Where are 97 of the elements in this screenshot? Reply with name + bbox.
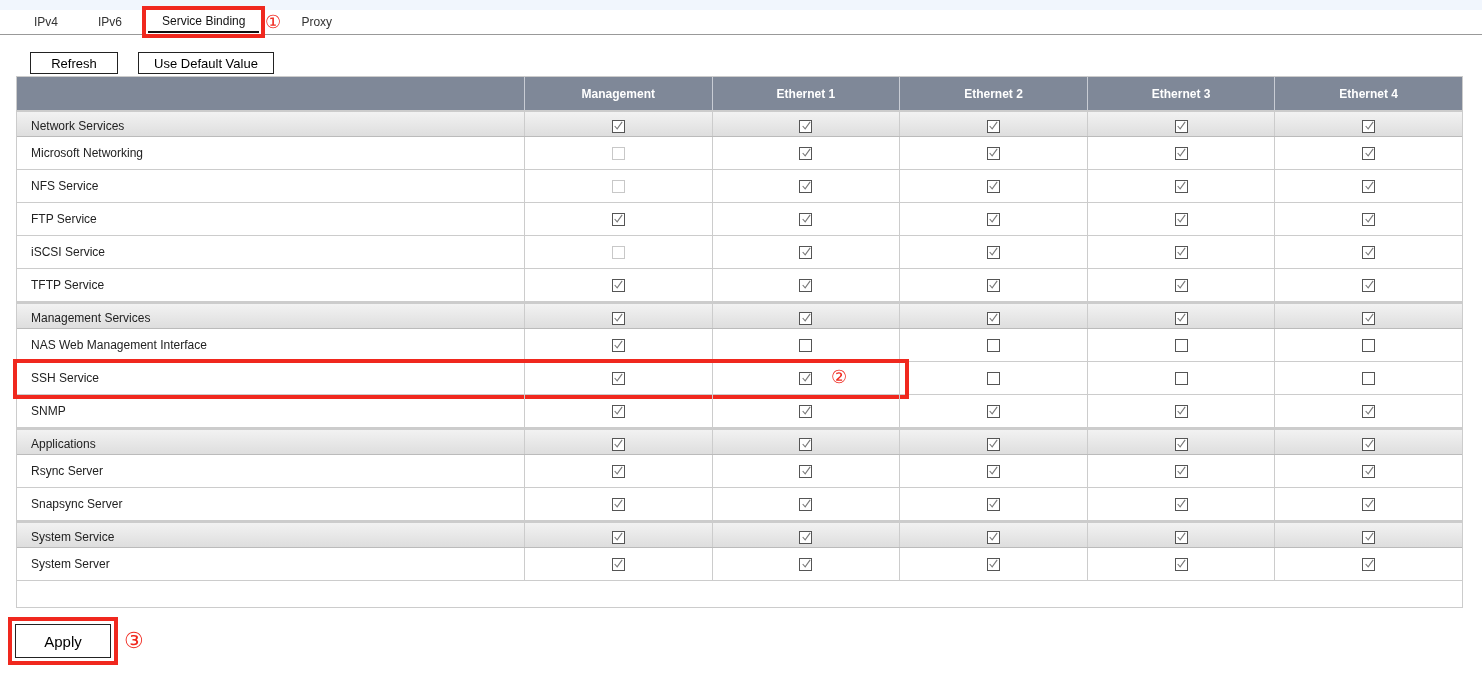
checkbox[interactable]	[1362, 212, 1376, 226]
checkbox[interactable]	[799, 119, 813, 133]
service-label: NFS Service	[31, 179, 99, 193]
checkbox[interactable]	[611, 530, 625, 544]
checkbox[interactable]	[611, 404, 625, 418]
checkbox[interactable]	[799, 437, 813, 451]
callout-number: ③	[124, 630, 144, 652]
service-label: SNMP	[31, 404, 66, 418]
checkbox[interactable]	[987, 530, 1000, 544]
checkbox[interactable]	[1174, 212, 1188, 226]
checkbox[interactable]	[1362, 119, 1376, 133]
checkbox[interactable]	[799, 497, 813, 511]
service-label: System Server	[31, 557, 110, 571]
checkbox[interactable]	[1174, 119, 1188, 133]
checkbox[interactable]	[1362, 464, 1376, 478]
checkbox[interactable]	[987, 338, 1000, 352]
service-label: iSCSI Service	[31, 245, 106, 259]
group-label: Applications	[31, 437, 96, 451]
checkbox[interactable]	[1362, 404, 1376, 418]
service-label: FTP Service	[31, 212, 97, 226]
apply-button[interactable]: Apply	[15, 624, 111, 658]
checkbox[interactable]	[987, 245, 1000, 259]
checkbox[interactable]	[799, 311, 813, 325]
checkbox[interactable]	[611, 464, 625, 478]
checkbox[interactable]	[1362, 557, 1376, 571]
checkbox[interactable]	[799, 557, 813, 571]
checkbox[interactable]	[1174, 404, 1188, 418]
checkbox[interactable]	[987, 437, 1000, 451]
checkbox[interactable]	[611, 119, 625, 133]
checkbox[interactable]	[987, 212, 1000, 226]
checkbox[interactable]	[1174, 497, 1188, 511]
checkbox[interactable]	[611, 278, 625, 292]
checkbox[interactable]	[1362, 146, 1376, 160]
checkbox[interactable]	[611, 212, 625, 226]
group-label: System Service	[31, 530, 115, 544]
checkbox[interactable]	[987, 497, 1000, 511]
checkbox[interactable]	[1174, 557, 1188, 571]
service-label: Microsoft Networking	[31, 146, 144, 160]
service-label: Snapsync Server	[31, 497, 123, 511]
checkbox[interactable]	[611, 371, 625, 385]
checkbox[interactable]	[1362, 530, 1376, 544]
service-label: Rsync Server	[31, 464, 104, 478]
checkbox[interactable]	[799, 530, 813, 544]
checkbox[interactable]	[1174, 464, 1188, 478]
checkbox[interactable]	[1362, 278, 1376, 292]
tab[interactable]: Service Binding	[148, 11, 260, 33]
checkbox[interactable]	[799, 464, 813, 478]
checkbox[interactable]	[987, 311, 1000, 325]
checkbox[interactable]	[1362, 371, 1376, 385]
tab[interactable]: Proxy	[287, 11, 347, 33]
service-label: TFTP Service	[31, 278, 105, 292]
checkbox[interactable]	[987, 464, 1000, 478]
checkbox[interactable]	[799, 371, 813, 385]
checkbox[interactable]	[1174, 338, 1188, 352]
checkbox[interactable]	[611, 338, 625, 352]
checkbox[interactable]	[1174, 530, 1188, 544]
callout-number: ②	[830, 368, 847, 386]
checkbox[interactable]	[987, 146, 1000, 160]
checkbox[interactable]	[1174, 437, 1188, 451]
checkbox[interactable]	[799, 212, 813, 226]
checkbox[interactable]	[1174, 146, 1188, 160]
checkbox[interactable]	[611, 497, 625, 511]
checkbox[interactable]	[1362, 245, 1376, 259]
checkbox[interactable]	[799, 338, 813, 352]
group-label: Network Services	[31, 119, 125, 133]
checkbox[interactable]	[799, 278, 813, 292]
checkbox[interactable]	[1362, 437, 1376, 451]
tab[interactable]: IPv6	[84, 11, 137, 33]
service-label: SSH Service	[31, 371, 100, 385]
checkbox[interactable]	[1174, 371, 1188, 385]
service-label: NAS Web Management Interface	[31, 338, 207, 352]
checkbox[interactable]	[987, 179, 1000, 193]
checkbox[interactable]	[1174, 245, 1188, 259]
checkbox[interactable]	[1362, 338, 1376, 352]
callout-number: ①	[265, 13, 282, 31]
toolbar-button[interactable]: Refresh	[30, 52, 118, 74]
checkbox[interactable]	[1174, 311, 1188, 325]
checkbox[interactable]	[1362, 497, 1376, 511]
checkbox[interactable]	[1362, 179, 1376, 193]
checkbox[interactable]	[799, 146, 813, 160]
toolbar-button[interactable]: Use Default Value	[138, 52, 274, 74]
checkbox[interactable]	[611, 437, 625, 451]
checkbox[interactable]	[799, 179, 813, 193]
group-label: Management Services	[31, 311, 151, 325]
checkbox[interactable]	[987, 404, 1000, 418]
tab[interactable]: IPv4	[20, 11, 72, 33]
checkbox[interactable]	[611, 557, 625, 571]
checkbox[interactable]	[987, 119, 1000, 133]
checkbox[interactable]	[987, 278, 1000, 292]
checkbox[interactable]	[611, 311, 625, 325]
checkbox[interactable]	[1174, 179, 1188, 193]
checkbox[interactable]	[987, 371, 1000, 385]
checkbox[interactable]	[1362, 311, 1376, 325]
checkbox[interactable]	[799, 404, 813, 418]
checkbox[interactable]	[987, 557, 1000, 571]
checkbox[interactable]	[799, 245, 813, 259]
checkbox[interactable]	[1174, 278, 1188, 292]
